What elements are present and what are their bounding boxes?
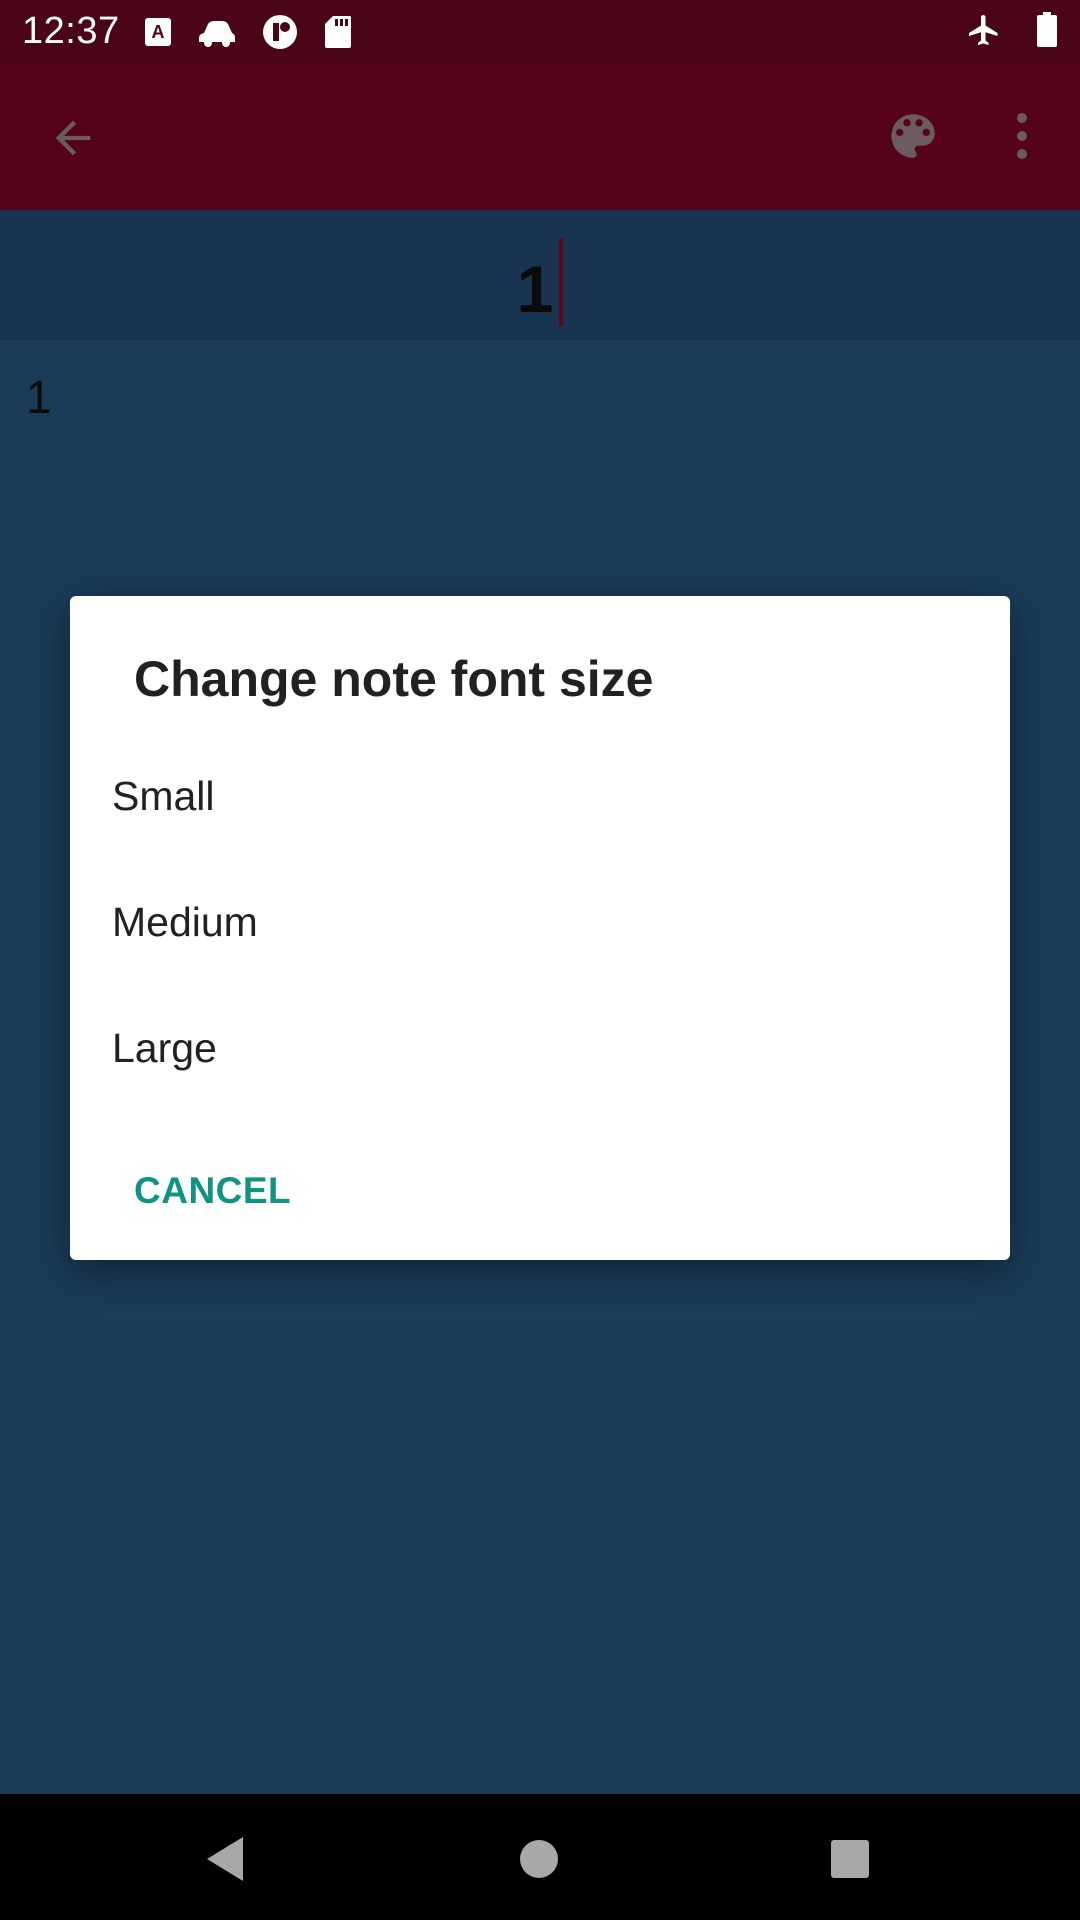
more-options-button[interactable]: [1000, 101, 1044, 171]
palette-icon: [891, 114, 935, 158]
option-label: Medium: [112, 898, 258, 945]
system-nav-bar: [0, 1794, 1080, 1920]
back-arrow-icon: [55, 120, 91, 156]
back-button[interactable]: [38, 103, 108, 173]
font-size-option-medium[interactable]: Medium: [70, 862, 1010, 982]
status-icons-left: A: [144, 14, 352, 55]
airplane-mode-icon: [966, 12, 1002, 53]
app-circle-icon: [262, 14, 298, 55]
nav-back-icon: [207, 1837, 243, 1881]
option-label: Small: [112, 772, 215, 819]
color-palette-button[interactable]: [878, 101, 948, 171]
dialog-title: Change note font size: [134, 651, 654, 707]
app-toolbar: [0, 63, 1080, 210]
nav-recents-button[interactable]: [815, 1824, 885, 1894]
sd-card-icon: [324, 15, 352, 54]
nav-back-button[interactable]: [190, 1824, 260, 1894]
font-size-dialog: Change note font size Small Medium Large…: [70, 596, 1010, 1260]
font-size-option-large[interactable]: Large: [70, 988, 1010, 1108]
status-time: 12:37: [22, 10, 120, 52]
status-icons-right: [966, 12, 1058, 53]
nav-recents-icon: [831, 1840, 869, 1878]
status-bar: 12:37 A: [0, 0, 1080, 63]
car-icon: [198, 17, 236, 52]
nav-home-icon: [520, 1840, 558, 1878]
battery-icon: [1036, 12, 1058, 53]
a-accessibility-icon: A: [144, 17, 172, 52]
nav-home-button[interactable]: [504, 1824, 574, 1894]
font-size-option-small[interactable]: Small: [70, 736, 1010, 856]
option-label: Large: [112, 1024, 217, 1071]
svg-text:A: A: [152, 22, 165, 42]
more-vert-icon: [1017, 113, 1027, 159]
cancel-button[interactable]: CANCEL: [114, 1156, 311, 1226]
